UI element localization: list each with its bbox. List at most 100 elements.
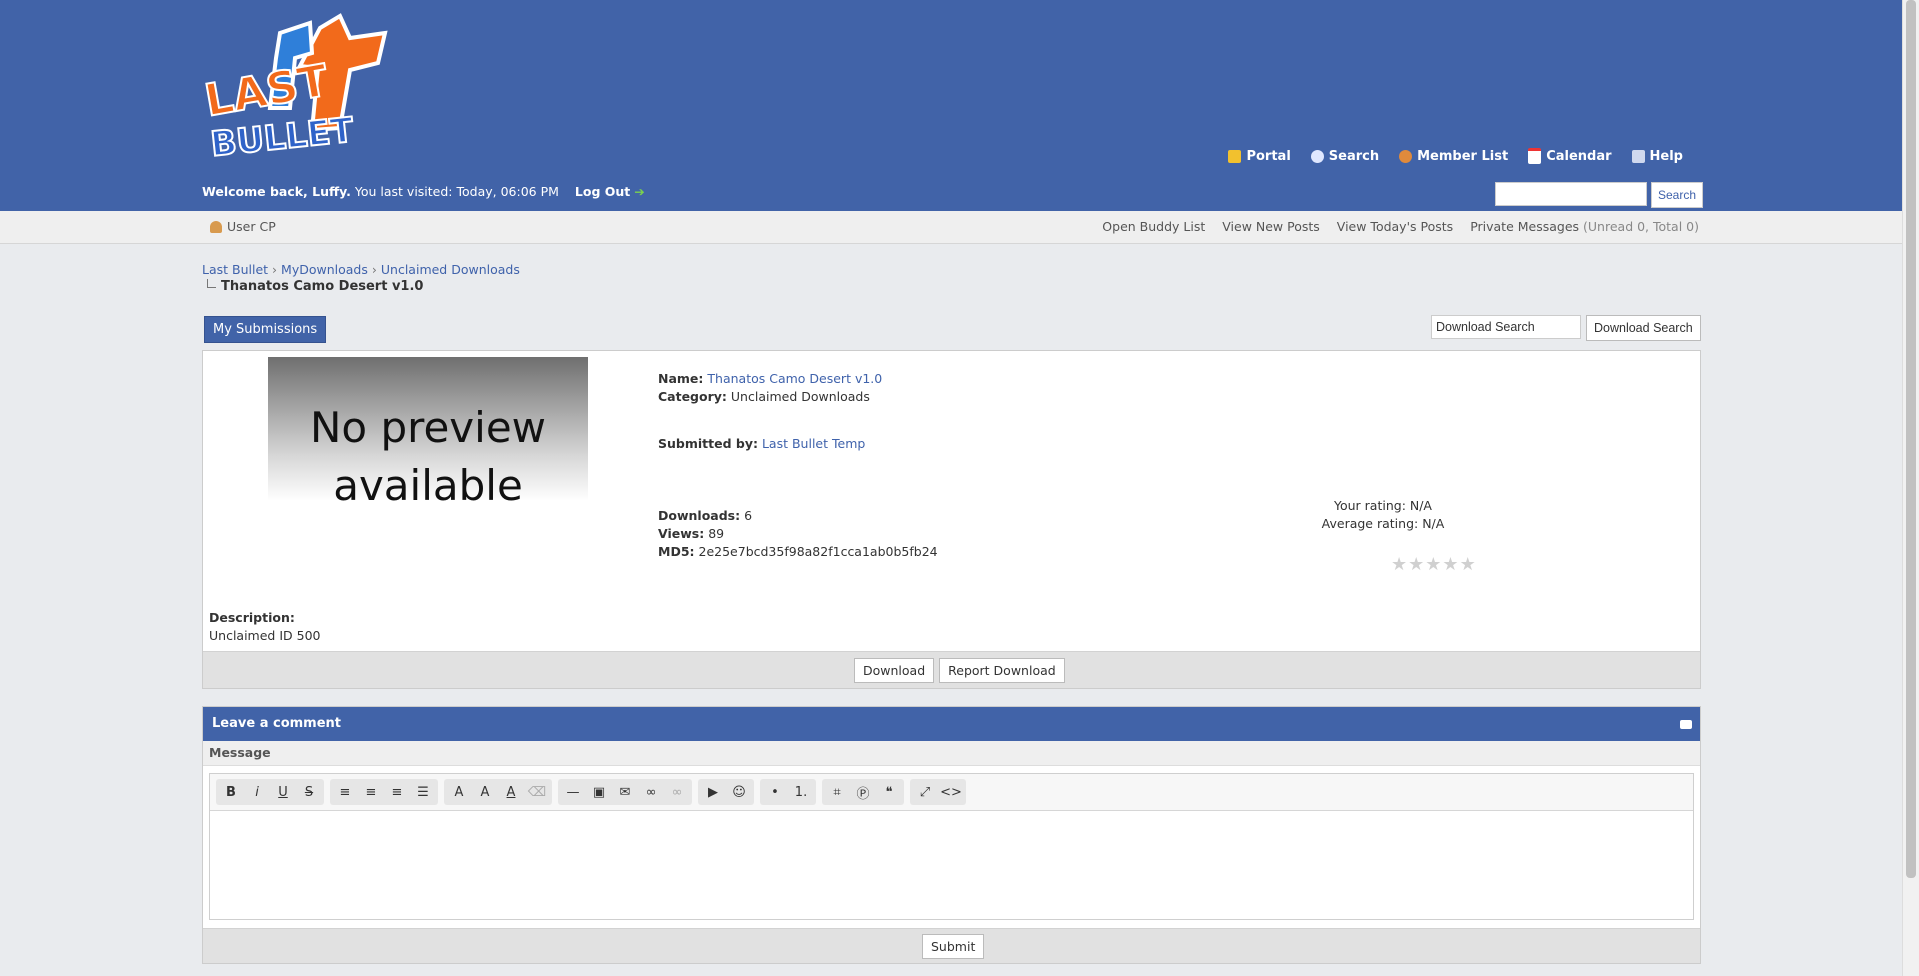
php-icon[interactable]: Ⓟ [850, 781, 876, 803]
rating-info: Your rating: N/A Average rating: N/A [1308, 497, 1458, 533]
comment-actions-bar: Submit [203, 928, 1700, 963]
submitted-row: Submitted by: Last Bullet Temp [658, 436, 866, 451]
download-button[interactable]: Download [854, 658, 935, 683]
maximize-icon[interactable]: ⤢ [912, 781, 938, 803]
numbered-list-icon[interactable]: 1. [788, 781, 814, 803]
subbar-links: Open Buddy List View New Posts View Toda… [1102, 219, 1699, 234]
members-icon [1399, 149, 1413, 163]
align-center-icon[interactable]: ≡ [358, 781, 384, 803]
unlink-icon[interactable]: ∞ [664, 781, 690, 803]
last-visited: You last visited: Today, 06:06 PM [354, 184, 559, 199]
nav-help[interactable]: Help [1631, 148, 1683, 164]
quote-icon[interactable]: ❝ [876, 781, 902, 803]
bold-icon[interactable]: B [218, 781, 244, 803]
average-rating: Average rating: N/A [1321, 516, 1445, 531]
view-new-posts-link[interactable]: View New Posts [1222, 219, 1320, 234]
page-scrollbar[interactable] [1902, 0, 1919, 976]
scrollbar-thumb[interactable] [1906, 0, 1916, 878]
star-3-icon[interactable]: ★ [1425, 554, 1441, 575]
md5-row: MD5: 2e25e7bcd35f98a82f1cca1ab0b5fb24 [658, 544, 938, 559]
rating-stars: ★ ★ ★ ★ ★ [1391, 554, 1476, 575]
align-right-icon[interactable]: ≡ [384, 781, 410, 803]
download-details-panel: No preview available Name: Thanatos Camo … [202, 350, 1701, 689]
email-icon[interactable]: ✉ [612, 781, 638, 803]
emoticon-icon[interactable]: ☺ [726, 781, 752, 803]
calendar-icon [1528, 148, 1542, 164]
star-4-icon[interactable]: ★ [1442, 554, 1458, 575]
my-submissions-button[interactable]: My Submissions [204, 316, 327, 343]
header-search: Search [1495, 182, 1704, 208]
submitter-link[interactable]: Last Bullet Temp [762, 436, 865, 451]
top-navigation: Portal Search Member List Calendar Help [1228, 148, 1683, 164]
download-name-link[interactable]: Thanatos Camo Desert v1.0 [707, 371, 882, 386]
breadcrumb-last-bullet[interactable]: Last Bullet [202, 262, 268, 277]
horizontal-rule-icon[interactable]: — [560, 781, 586, 803]
comment-panel: Leave a comment Message B i U S ≡ ≡ ≡ ☰ … [202, 706, 1701, 964]
site-header: LAST BULLET Portal Search Member List Ca… [0, 0, 1903, 211]
your-rating: Your rating: N/A [1334, 498, 1432, 513]
strikethrough-icon[interactable]: S [296, 781, 322, 803]
nav-calendar[interactable]: Calendar [1528, 148, 1612, 164]
views-row: Views: 89 [658, 526, 725, 541]
image-icon[interactable]: ▣ [586, 781, 612, 803]
breadcrumb-current: Thanatos Camo Desert v1.0 [207, 279, 423, 294]
italic-icon[interactable]: i [244, 781, 270, 803]
breadcrumb-unclaimed-downloads[interactable]: Unclaimed Downloads [381, 262, 520, 277]
collapse-icon[interactable] [1680, 720, 1692, 729]
user-icon [210, 220, 222, 233]
magnifier-icon [1310, 149, 1324, 163]
user-subbar: User CP Open Buddy List View New Posts V… [0, 211, 1903, 244]
video-icon[interactable]: ▶ [700, 781, 726, 803]
help-icon [1631, 149, 1645, 163]
code-icon[interactable]: ⌗ [824, 781, 850, 803]
message-label: Message [203, 741, 1700, 766]
last-bullet-logo[interactable]: LAST BULLET [200, 8, 430, 160]
star-1-icon[interactable]: ★ [1391, 554, 1407, 575]
font-icon[interactable]: A [446, 781, 472, 803]
report-download-button[interactable]: Report Download [939, 658, 1065, 683]
star-5-icon[interactable]: ★ [1460, 554, 1476, 575]
welcome-bar: Welcome back, Luffy. You last visited: T… [202, 184, 645, 199]
breadcrumb-mydownloads[interactable]: MyDownloads [281, 262, 368, 277]
pm-status: (Unread 0, Total 0) [1583, 219, 1699, 234]
view-todays-posts-link[interactable]: View Today's Posts [1337, 219, 1453, 234]
open-buddy-list-link[interactable]: Open Buddy List [1102, 219, 1205, 234]
download-search-input[interactable] [1431, 315, 1581, 339]
name-row: Name: Thanatos Camo Desert v1.0 [658, 371, 883, 386]
preview-image: No preview available [268, 357, 588, 537]
editor-toolbar: B i U S ≡ ≡ ≡ ☰ A A A ⌫ — ▣ ✉ ∞ ∞ ▶ ☺ • … [210, 774, 1693, 811]
submit-button[interactable]: Submit [922, 934, 985, 959]
message-editor: B i U S ≡ ≡ ≡ ☰ A A A ⌫ — ▣ ✉ ∞ ∞ ▶ ☺ • … [209, 773, 1694, 920]
nav-member-list[interactable]: Member List [1399, 148, 1508, 164]
font-size-icon[interactable]: A [472, 781, 498, 803]
link-icon[interactable]: ∞ [638, 781, 664, 803]
download-search-button[interactable]: Download Search [1586, 315, 1701, 341]
star-2-icon[interactable]: ★ [1408, 554, 1424, 575]
logout-arrow-icon: ➔ [634, 184, 645, 199]
bullet-list-icon[interactable]: • [762, 781, 788, 803]
align-left-icon[interactable]: ≡ [332, 781, 358, 803]
bell-icon [1228, 149, 1242, 163]
justify-icon[interactable]: ☰ [410, 781, 436, 803]
comment-header: Leave a comment [203, 707, 1700, 741]
underline-icon[interactable]: U [270, 781, 296, 803]
download-search: Download Search [1431, 315, 1701, 341]
eraser-icon[interactable]: ⌫ [524, 781, 550, 803]
usercp-link[interactable]: User CP [210, 219, 276, 234]
private-messages: Private Messages (Unread 0, Total 0) [1470, 219, 1699, 234]
breadcrumb: Last Bullet › MyDownloads › Unclaimed Downlo… [202, 262, 520, 277]
nav-portal[interactable]: Portal [1228, 148, 1291, 164]
message-textarea[interactable] [210, 811, 1693, 918]
header-search-input[interactable] [1495, 182, 1647, 206]
downloads-row: Downloads: 6 [658, 508, 753, 523]
welcome-user: Welcome back, Luffy. [202, 184, 351, 199]
logout-link[interactable]: Log Out [575, 184, 630, 199]
category-row: Category: Unclaimed Downloads [658, 389, 870, 404]
download-actions-bar: Download Report Download [203, 651, 1700, 688]
nav-search[interactable]: Search [1310, 148, 1379, 164]
private-messages-link[interactable]: Private Messages [1470, 219, 1579, 234]
description: Description: Unclaimed ID 500 [209, 610, 321, 643]
source-mode-icon[interactable]: <> [938, 781, 964, 803]
font-color-icon[interactable]: A [498, 781, 524, 803]
header-search-button[interactable]: Search [1651, 182, 1704, 208]
